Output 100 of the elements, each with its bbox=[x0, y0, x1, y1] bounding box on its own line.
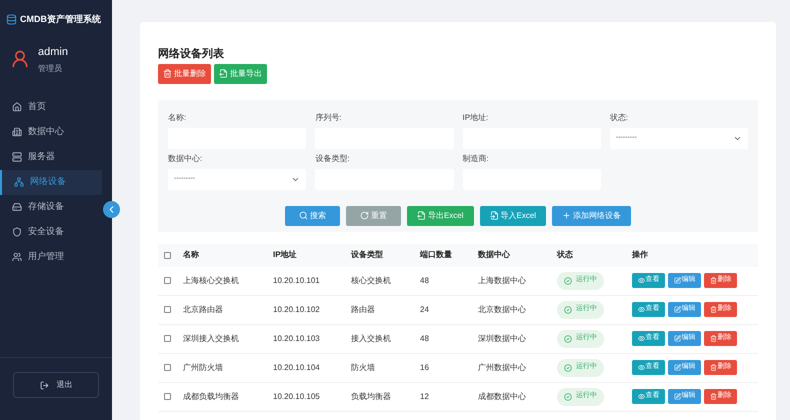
filter-button[interactable]: 搜索 bbox=[284, 206, 340, 226]
bulk-action-button[interactable]: 批量删除 bbox=[158, 64, 211, 84]
trash-icon bbox=[710, 364, 716, 371]
refresh-icon bbox=[360, 211, 369, 220]
edit-icon bbox=[674, 335, 680, 342]
column-header: 操作 bbox=[632, 249, 649, 261]
trash-icon bbox=[710, 277, 716, 284]
app-title: CMDB资产管理系统 bbox=[20, 12, 101, 26]
table-cell-text: 成都数据中心 bbox=[478, 390, 527, 402]
edit-icon bbox=[674, 393, 680, 400]
check-circle-icon bbox=[564, 364, 572, 372]
table-cell-text: 24 bbox=[420, 304, 430, 316]
table-cell-text: 广州防火墙 bbox=[183, 362, 224, 374]
table-cell-text: 防火墙 bbox=[351, 362, 376, 374]
search-icon bbox=[298, 211, 308, 220]
edit-icon bbox=[674, 364, 680, 371]
eye-icon bbox=[638, 364, 644, 371]
column-header: IP地址 bbox=[273, 249, 298, 261]
building-icon bbox=[12, 127, 22, 137]
edit-icon bbox=[674, 277, 680, 284]
eye-icon bbox=[638, 306, 644, 313]
table-cell-text: 成都负载均衡器 bbox=[183, 390, 240, 402]
select-all-checkbox[interactable] bbox=[164, 252, 171, 258]
filter-button[interactable]: 添加网络设备 bbox=[552, 206, 632, 226]
filter-button[interactable]: 导入Excel bbox=[480, 206, 546, 226]
filter-label: 名称: bbox=[168, 112, 188, 124]
users-icon bbox=[12, 252, 22, 262]
file-export-icon bbox=[219, 69, 228, 78]
row-checkbox[interactable] bbox=[164, 277, 171, 284]
collapse-button[interactable] bbox=[103, 201, 120, 218]
filter-label: 设备类型: bbox=[315, 152, 350, 164]
table-cell-text: 核心交换机 bbox=[351, 274, 392, 286]
nav-item[interactable]: 服务器 bbox=[0, 144, 102, 170]
table-cell-text: 16 bbox=[420, 362, 430, 374]
check-circle-icon bbox=[564, 334, 572, 342]
table-cell-text: 48 bbox=[420, 274, 430, 286]
file-import-icon bbox=[490, 211, 498, 220]
filter-button[interactable]: 重置 bbox=[346, 206, 401, 226]
table-cell-text: 接入交换机 bbox=[351, 332, 392, 344]
column-header: 设备类型 bbox=[351, 249, 384, 261]
trash-icon bbox=[710, 393, 716, 400]
table-cell-text: 深圳数据中心 bbox=[478, 332, 527, 344]
filter-label: 制造商: bbox=[462, 152, 490, 164]
logout-button[interactable]: 退出 bbox=[13, 372, 99, 398]
trash-icon bbox=[710, 335, 716, 342]
table-cell-text: 北京路由器 bbox=[183, 304, 224, 316]
table-cell-text: 深圳接入交换机 bbox=[183, 332, 240, 344]
trash-icon bbox=[710, 306, 716, 313]
nav-item[interactable]: 安全设备 bbox=[0, 220, 102, 244]
nav-item[interactable]: 网络设备 bbox=[0, 170, 102, 194]
user-avatar-icon bbox=[10, 49, 30, 70]
table-cell-text: 10.20.10.103 bbox=[273, 332, 321, 344]
database-icon bbox=[6, 14, 17, 25]
row-checkbox[interactable] bbox=[164, 393, 171, 400]
user-role: 管理员 bbox=[38, 62, 63, 74]
row-checkbox[interactable] bbox=[164, 306, 171, 313]
edit-icon bbox=[674, 306, 680, 313]
nav-item[interactable]: 首页 bbox=[0, 94, 102, 120]
table-cell-text: 10.20.10.101 bbox=[273, 274, 321, 286]
table-cell-text: 负载均衡器 bbox=[351, 390, 392, 402]
check-circle-icon bbox=[564, 276, 572, 284]
filter-label: IP地址: bbox=[462, 112, 490, 124]
check-circle-icon bbox=[564, 306, 572, 314]
nav-item[interactable]: 数据中心 bbox=[0, 120, 102, 144]
column-header: 名称 bbox=[183, 249, 200, 261]
nav-item[interactable]: 用户管理 bbox=[0, 244, 102, 270]
column-header: 端口数量 bbox=[420, 249, 453, 261]
table-cell-text: 10.20.10.102 bbox=[273, 304, 321, 316]
filter-label: 数据中心: bbox=[168, 152, 204, 164]
table-cell-text: 广州数据中心 bbox=[478, 362, 527, 374]
house-icon bbox=[12, 102, 22, 112]
column-header: 数据中心 bbox=[478, 249, 511, 261]
table-cell-text: 10.20.10.105 bbox=[273, 390, 321, 402]
trash-icon bbox=[163, 69, 172, 78]
check-circle-icon bbox=[564, 392, 572, 400]
table-cell-text: 12 bbox=[420, 390, 430, 402]
table-cell-text: 10.20.10.104 bbox=[273, 362, 321, 374]
table-cell-text: 北京数据中心 bbox=[478, 304, 527, 316]
table-cell-text: 上海核心交换机 bbox=[183, 274, 240, 286]
page-title: 网络设备列表 bbox=[158, 46, 225, 62]
logout-icon bbox=[40, 380, 48, 390]
user-name: admin bbox=[38, 45, 68, 60]
server-icon bbox=[12, 152, 22, 162]
filter-label: 状态: bbox=[610, 112, 629, 124]
row-checkbox[interactable] bbox=[164, 335, 171, 342]
table-cell-text: 路由器 bbox=[351, 304, 376, 316]
table-cell-text: 48 bbox=[420, 332, 430, 344]
file-export-icon bbox=[416, 211, 426, 220]
eye-icon bbox=[638, 393, 644, 400]
eye-icon bbox=[638, 277, 644, 284]
table-cell-text: 上海数据中心 bbox=[478, 274, 527, 286]
filter-label: 序列号: bbox=[315, 112, 342, 124]
eye-icon bbox=[638, 335, 644, 342]
row-checkbox[interactable] bbox=[164, 364, 171, 371]
filter-button[interactable]: 导出Excel bbox=[406, 206, 474, 226]
bulk-action-button[interactable]: 批量导出 bbox=[214, 64, 267, 84]
shield-icon bbox=[12, 227, 22, 237]
network-icon bbox=[14, 177, 24, 187]
nav-item[interactable]: 存储设备 bbox=[0, 194, 102, 220]
drive-icon bbox=[12, 202, 22, 212]
